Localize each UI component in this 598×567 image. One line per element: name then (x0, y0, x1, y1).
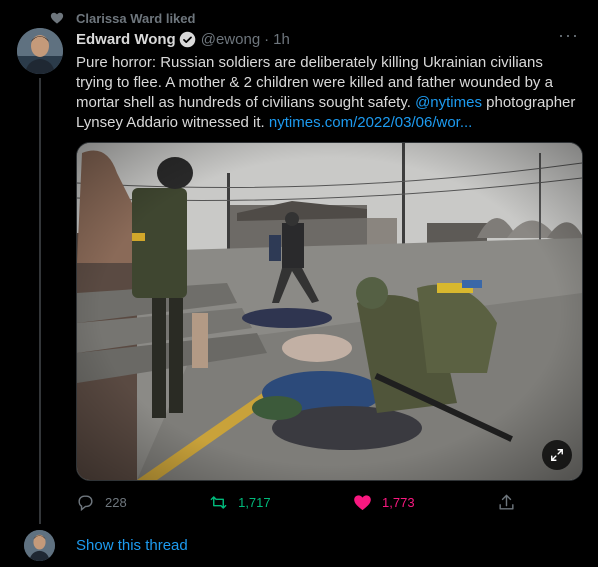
photo-scene (77, 143, 582, 480)
reply-button[interactable]: 228 (76, 493, 127, 512)
social-context-label: Clarissa Ward liked (76, 10, 196, 26)
share-button[interactable] (497, 493, 516, 512)
expand-icon[interactable] (542, 440, 572, 470)
tweet-header: Edward Wong @ewong · 1h ··· (76, 26, 578, 49)
separator-dot: · (264, 30, 270, 48)
like-count: 1,773 (382, 494, 415, 510)
more-icon[interactable]: ··· (558, 26, 578, 49)
retweet-count: 1,717 (238, 494, 271, 510)
share-icon (499, 494, 514, 510)
retweet-button[interactable]: 1,717 (209, 493, 271, 512)
thread-author-avatar[interactable] (24, 530, 55, 561)
tweet-media-photo[interactable] (76, 142, 583, 481)
avatar-photo (17, 28, 63, 74)
tweet-text: Pure horror: Russian soldiers are delibe… (76, 53, 576, 133)
social-context[interactable]: Clarissa Ward liked (50, 9, 195, 27)
timestamp[interactable]: 1h (273, 31, 290, 48)
reply-icon (78, 494, 93, 511)
tweet-actions: 228 1,717 1,773 (76, 490, 516, 514)
url-link[interactable]: nytimes.com/2022/03/06/wor... (269, 114, 472, 131)
retweet-icon (210, 495, 227, 509)
author-avatar[interactable] (17, 28, 63, 74)
verified-badge-icon (179, 31, 196, 47)
author-handle[interactable]: @ewong (201, 31, 260, 48)
expand-arrows-glyph (551, 449, 563, 461)
reply-count: 228 (105, 494, 127, 510)
avatar-photo-small (24, 530, 55, 561)
heart-filled-icon (354, 494, 371, 510)
thread-connector-line (39, 78, 41, 524)
author-display-name[interactable]: Edward Wong (76, 31, 176, 48)
show-thread-link[interactable]: Show this thread (76, 537, 188, 554)
mention-link[interactable]: @nytimes (415, 94, 482, 111)
heart-icon (50, 12, 64, 24)
like-button[interactable]: 1,773 (353, 493, 415, 512)
